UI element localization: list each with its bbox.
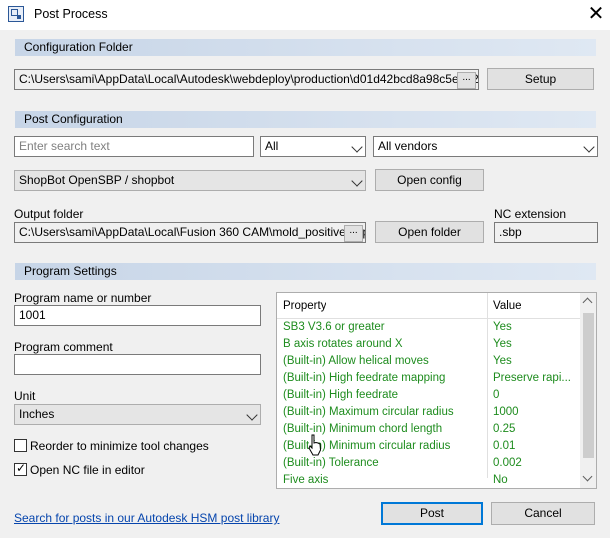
property-row[interactable]: B axis rotates around X Yes (277, 336, 580, 353)
search-placeholder: Enter search text (19, 139, 110, 153)
property-name: (Built-in) High feedrate mapping (283, 372, 446, 384)
property-value[interactable]: 0.25 (493, 421, 577, 438)
property-row[interactable]: Five axis No (277, 472, 580, 488)
search-input[interactable]: Enter search text (14, 136, 254, 157)
output-folder-label: Output folder (14, 207, 84, 221)
nc-extension-field[interactable]: .sbp (494, 222, 598, 243)
window-title: Post Process (34, 7, 108, 21)
scroll-down-arrow-icon[interactable] (582, 471, 593, 482)
property-name: (Built-in) Maximum circular radius (283, 406, 454, 418)
hand-cursor-icon (308, 434, 322, 456)
property-row[interactable]: (Built-in) High feedrate 0 (277, 387, 580, 404)
configuration-folder-path: C:\Users\sami\AppData\Local\Autodesk\web… (14, 69, 479, 90)
scroll-up-arrow-icon[interactable] (582, 297, 593, 308)
type-filter-value: All (265, 139, 279, 153)
program-comment-input[interactable] (14, 354, 261, 375)
property-name: (Built-in) High feedrate (283, 389, 399, 401)
property-row[interactable]: (Built-in) High feedrate mapping Preserve… (277, 370, 580, 387)
nc-extension-label: NC extension (494, 207, 567, 221)
output-folder-path: C:\Users\sami\AppData\Local\Fusion 360 C… (14, 222, 366, 243)
browse-output-folder-button[interactable]: ... (344, 225, 363, 242)
properties-grid-header: Property Value (277, 293, 580, 478)
column-header-value[interactable]: Value (493, 298, 522, 315)
scrollbar-thumb[interactable] (583, 313, 594, 458)
vendor-filter-value: All vendors (378, 139, 438, 153)
vertical-scrollbar[interactable] (580, 293, 596, 488)
output-folder-path-text: C:\Users\sami\AppData\Local\Fusion 360 C… (19, 225, 366, 239)
property-name: SB3 V3.6 or greater (283, 321, 385, 333)
browse-config-folder-button[interactable]: ... (457, 72, 476, 89)
program-comment-label: Program comment (14, 340, 113, 354)
property-value[interactable]: 0 (493, 387, 577, 404)
configuration-folder-path-text: C:\Users\sami\AppData\Local\Autodesk\web… (19, 72, 479, 86)
open-config-button[interactable]: Open config (375, 169, 484, 191)
property-value[interactable]: No (493, 472, 577, 488)
properties-grid[interactable]: Property Value SB3 V3.6 or greater Yes B a… (276, 292, 597, 489)
chevron-down-icon (583, 141, 595, 153)
property-value[interactable]: Yes (493, 336, 577, 353)
post-button[interactable]: Post (381, 502, 483, 525)
unit-value: Inches (19, 407, 55, 421)
chevron-down-icon (351, 141, 363, 153)
section-program-settings: Program Settings (15, 263, 596, 280)
open-nc-file-label: Open NC file in editor (30, 463, 145, 477)
property-value[interactable]: 0.002 (493, 455, 577, 472)
post-process-app-icon (8, 6, 24, 22)
vendor-filter-dropdown[interactable]: All vendors (373, 136, 598, 157)
program-name-label: Program name or number (14, 291, 152, 305)
property-value[interactable]: 0.01 (493, 438, 577, 455)
property-name: (Built-in) Allow helical moves (283, 355, 429, 367)
property-row[interactable]: (Built-in) Minimum chord length 0.25 (277, 421, 580, 438)
post-selection-dropdown[interactable]: ShopBot OpenSBP / shopbot (14, 170, 366, 191)
type-filter-dropdown[interactable]: All (260, 136, 366, 157)
unit-label: Unit (14, 389, 36, 403)
open-folder-button[interactable]: Open folder (375, 221, 484, 243)
autodesk-post-library-link[interactable]: Search for posts in our Autodesk HSM pos… (14, 511, 279, 525)
close-button[interactable]: ✕ (584, 2, 608, 26)
open-nc-file-checkbox[interactable] (14, 461, 27, 476)
post-selection-value: ShopBot OpenSBP / shopbot (19, 173, 175, 187)
column-header-property[interactable]: Property (283, 298, 326, 315)
property-row[interactable]: SB3 V3.6 or greater Yes (277, 319, 580, 336)
property-row[interactable]: (Built-in) Tolerance 0.002 (277, 455, 580, 472)
chevron-down-icon (351, 175, 363, 187)
setup-button[interactable]: Setup (487, 68, 594, 90)
chevron-down-icon (246, 409, 258, 421)
section-configuration-folder: Configuration Folder (15, 39, 596, 56)
program-name-input[interactable]: 1001 (14, 305, 261, 326)
property-name: B axis rotates around X (283, 338, 403, 350)
property-value[interactable]: 1000 (493, 404, 577, 421)
property-row[interactable]: (Built-in) Allow helical moves Yes (277, 353, 580, 370)
reorder-checkbox[interactable] (14, 439, 27, 452)
property-row[interactable]: (Built-in) Minimum circular radius 0.01 (277, 438, 580, 455)
property-name: Five axis (283, 474, 329, 486)
property-value[interactable]: Preserve rapi... (493, 370, 577, 387)
reorder-label: Reorder to minimize tool changes (30, 439, 209, 453)
section-post-configuration: Post Configuration (15, 111, 596, 128)
property-value[interactable]: Yes (493, 353, 577, 370)
property-row[interactable]: (Built-in) Maximum circular radius 1000 (277, 404, 580, 421)
unit-dropdown[interactable]: Inches (14, 404, 261, 425)
cancel-button[interactable]: Cancel (491, 502, 595, 525)
property-name: (Built-in) Tolerance (283, 457, 379, 469)
property-value[interactable]: Yes (493, 319, 577, 336)
